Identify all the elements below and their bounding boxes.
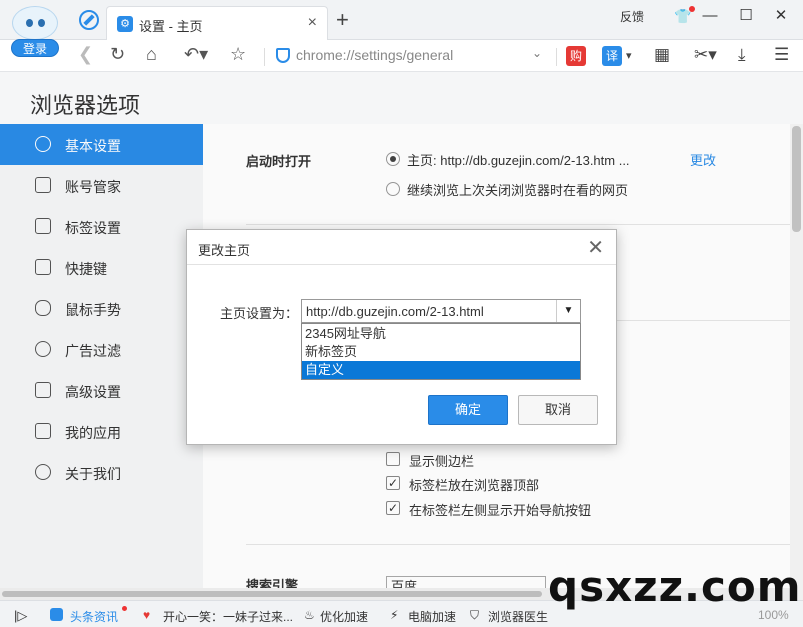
minimize-button[interactable]: —	[696, 4, 724, 28]
title-bar: ⚙ 设置 - 主页 × + 反馈 👕 — ☐ ✕	[0, 0, 803, 40]
undo-icon[interactable]: ↶▾	[184, 44, 208, 65]
scissors-icon[interactable]: ✂▾	[694, 45, 717, 65]
rocket-icon: ♨	[304, 608, 315, 622]
download-icon[interactable]: ⤓	[738, 45, 746, 65]
homepage-combobox[interactable]: http://db.guzejin.com/2-13.html ▼	[301, 299, 581, 323]
security-shield-icon	[276, 48, 290, 63]
menu-icon[interactable]: ☰	[774, 45, 789, 65]
page-header: 浏览器选项	[0, 72, 803, 124]
joke-link[interactable]: 开心一笑：一妹子过来...	[163, 608, 293, 625]
maximize-button[interactable]: ☐	[732, 4, 760, 28]
shield-icon: ⛉	[470, 608, 480, 622]
star-icon[interactable]: ☆	[230, 44, 246, 65]
close-icon[interactable]: ✕	[587, 235, 604, 260]
notification-dot	[689, 6, 696, 12]
close-window-button[interactable]: ✕	[767, 4, 795, 28]
reload-icon[interactable]: ↻	[110, 44, 125, 65]
new-tab-button[interactable]: +	[336, 7, 349, 33]
homepage-input-value[interactable]: http://db.guzejin.com/2-13.html	[306, 304, 484, 319]
dropdown-option[interactable]: 新标签页	[302, 343, 580, 361]
tab-close-icon[interactable]: ×	[308, 14, 317, 32]
tab-settings[interactable]: ⚙ 设置 - 主页 ×	[106, 6, 328, 40]
settings-gear-icon: ⚙	[117, 16, 133, 32]
avatar[interactable]	[12, 6, 58, 40]
apps-grid-icon[interactable]: ▦	[654, 45, 670, 65]
notification-dot	[122, 606, 127, 611]
homepage-dropdown-list: 2345网址导航 新标签页 自定义	[301, 323, 581, 380]
vertical-scrollbar[interactable]	[790, 124, 803, 600]
dialog-header: 更改主页 ✕	[187, 230, 616, 265]
scrollbar-thumb[interactable]	[792, 126, 801, 232]
tab-title: 设置 - 主页	[139, 19, 203, 34]
confirm-button[interactable]: 确定	[428, 395, 508, 425]
dropdown-option[interactable]: 2345网址导航	[302, 325, 580, 343]
cancel-button[interactable]: 取消	[518, 395, 598, 425]
compass-icon[interactable]	[79, 10, 99, 30]
home-icon[interactable]: ⌂	[146, 44, 157, 65]
pc-speed-link[interactable]: 电脑加速	[408, 608, 456, 625]
news-link[interactable]: 头条资讯	[70, 608, 118, 625]
optimize-link[interactable]: 优化加速	[320, 608, 368, 625]
shopping-button[interactable]: 购	[566, 46, 586, 66]
login-button[interactable]: 登录	[11, 39, 59, 57]
translate-dropdown-icon[interactable]: ▾	[626, 49, 632, 62]
page-title: 浏览器选项	[30, 93, 141, 118]
watermark: qsxzz.com	[548, 562, 802, 611]
avatar-eye-right	[38, 19, 45, 27]
translate-button[interactable]: 译	[602, 46, 622, 66]
avatar-eye-left	[26, 19, 33, 27]
feedback-button[interactable]: 反馈	[620, 8, 644, 25]
homepage-field-label: 主页设置为：	[220, 306, 299, 321]
divider	[264, 48, 265, 66]
dropdown-option-selected[interactable]: 自定义	[302, 361, 580, 379]
news-icon	[50, 608, 63, 621]
doctor-link[interactable]: 浏览器医生	[488, 608, 548, 625]
address-bar: ❮ ↻ ⌂ ↶▾ ☆ chrome://settings/general ⌄ 购…	[0, 40, 803, 72]
url-input[interactable]: chrome://settings/general	[272, 44, 552, 68]
change-homepage-dialog: 更改主页 ✕ 主页设置为： http://db.guzejin.com/2-13…	[186, 229, 617, 445]
sidebar-toggle-icon[interactable]: |▷	[14, 608, 27, 624]
dialog-title: 更改主页	[198, 243, 251, 258]
url-dropdown-icon[interactable]: ⌄	[532, 46, 542, 60]
back-icon[interactable]: ❮	[78, 44, 93, 65]
url-text: chrome://settings/general	[296, 47, 454, 63]
chevron-down-icon[interactable]: ▼	[556, 300, 580, 322]
lightning-icon: ⚡	[390, 608, 399, 622]
skin-icon[interactable]: 👕	[674, 6, 696, 25]
divider	[556, 48, 557, 66]
heart-icon: ♥	[143, 608, 151, 622]
